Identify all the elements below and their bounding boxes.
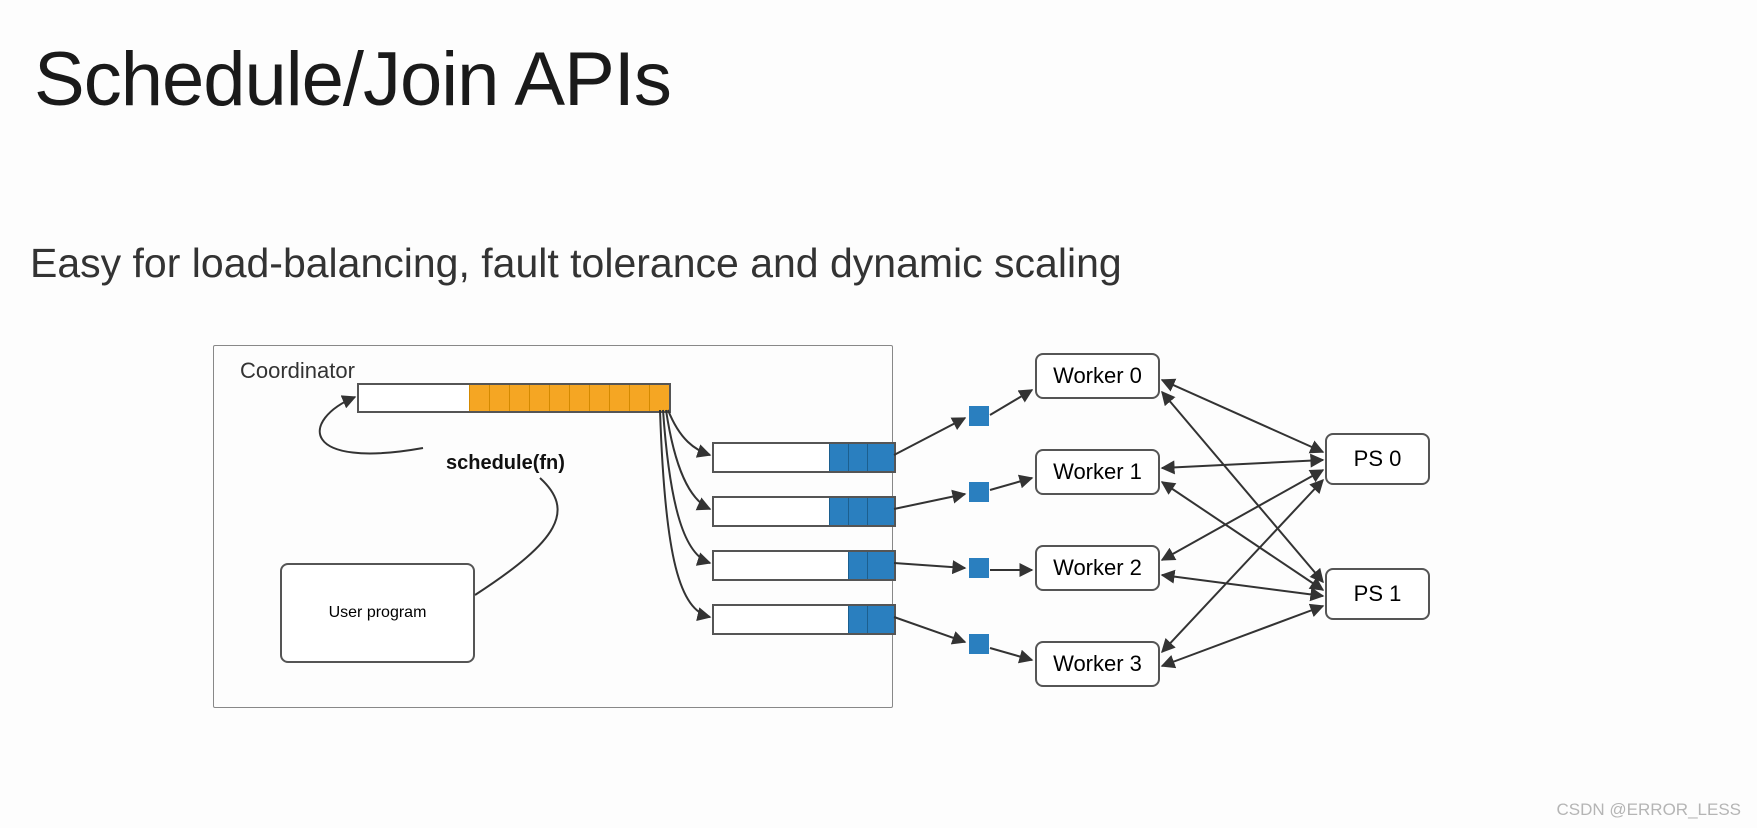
in-flight-task	[969, 482, 989, 502]
schedule-fn-label: schedule(fn)	[446, 452, 565, 475]
dispatched-task	[867, 552, 894, 579]
coordinator-label: Coordinator	[240, 358, 355, 384]
dispatched-task	[848, 606, 867, 633]
slide-title: Schedule/Join APIs	[34, 36, 671, 123]
dispatched-task	[829, 498, 848, 525]
worker-queue-0	[712, 442, 896, 473]
queued-task	[589, 385, 609, 411]
queue-empty-segment	[714, 498, 829, 525]
queued-task	[489, 385, 509, 411]
queued-task	[469, 385, 489, 411]
worker-label: Worker 1	[1053, 459, 1142, 485]
ps-0-box: PS 0	[1325, 433, 1430, 485]
in-flight-task	[969, 634, 989, 654]
queue-empty-segment	[714, 552, 848, 579]
worker-label: Worker 3	[1053, 651, 1142, 677]
worker-queue-3	[712, 604, 896, 635]
queue-empty-segment	[714, 444, 829, 471]
queue-empty-segment	[714, 606, 848, 633]
main-task-queue	[357, 383, 671, 413]
slide-subtitle: Easy for load-balancing, fault tolerance…	[30, 240, 1122, 287]
dispatched-task	[848, 444, 867, 471]
worker-3-box: Worker 3	[1035, 641, 1160, 687]
ps-1-box: PS 1	[1325, 568, 1430, 620]
worker-queue-2	[712, 550, 896, 581]
watermark: CSDN @ERROR_LESS	[1557, 800, 1741, 820]
worker-2-box: Worker 2	[1035, 545, 1160, 591]
dispatched-task	[829, 444, 848, 471]
dispatched-task	[867, 444, 894, 471]
worker-1-box: Worker 1	[1035, 449, 1160, 495]
ps-label: PS 0	[1354, 446, 1402, 472]
ps-label: PS 1	[1354, 581, 1402, 607]
worker-label: Worker 2	[1053, 555, 1142, 581]
in-flight-task	[969, 406, 989, 426]
dispatched-task	[848, 498, 867, 525]
queued-task	[629, 385, 649, 411]
dispatched-task	[867, 498, 894, 525]
dispatched-task	[848, 552, 867, 579]
user-program-box: User program	[280, 563, 475, 663]
queued-task	[509, 385, 529, 411]
worker-0-box: Worker 0	[1035, 353, 1160, 399]
worker-queue-1	[712, 496, 896, 527]
queued-task	[569, 385, 589, 411]
user-program-label: User program	[329, 604, 427, 622]
queued-task	[609, 385, 629, 411]
queued-task	[649, 385, 669, 411]
worker-label: Worker 0	[1053, 363, 1142, 389]
queue-empty-segment	[359, 385, 469, 411]
queued-task	[549, 385, 569, 411]
in-flight-task	[969, 558, 989, 578]
queued-task	[529, 385, 549, 411]
dispatched-task	[867, 606, 894, 633]
